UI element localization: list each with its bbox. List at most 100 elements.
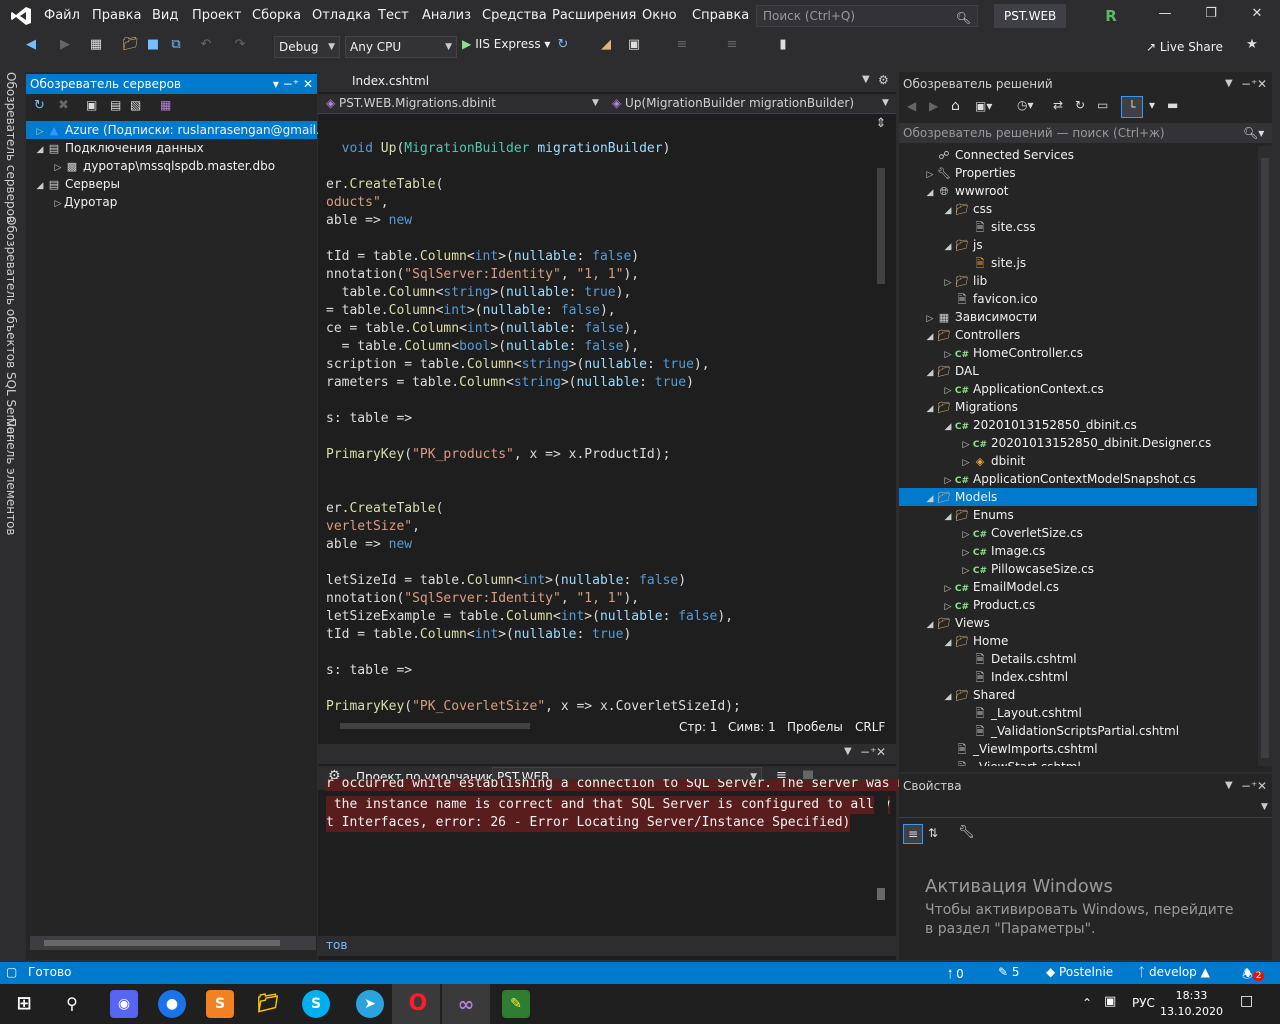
telegram-icon[interactable]: ➤	[356, 990, 384, 1018]
menu-item[interactable]: Расширения	[552, 8, 636, 23]
properties-object-select[interactable]: ▼	[899, 800, 1272, 818]
repository-button[interactable]: ◆ Postelnie	[1046, 965, 1113, 979]
scrollbar-thumb[interactable]	[44, 940, 280, 946]
solution-tree-item[interactable]: ◢ 📁︎ DAL	[899, 362, 1257, 380]
solution-tree-item[interactable]: ▷ C# Image.cs	[899, 542, 1257, 560]
branch-button[interactable]: ᛏ develop ▲	[1138, 965, 1210, 979]
solution-tree-item[interactable]: ▷ C# ApplicationContextModelSnapshot.cs	[899, 470, 1257, 488]
collapsed-arrow-icon[interactable]: ▷	[52, 195, 64, 213]
solution-tree-item[interactable]: ◢ 📁︎ Controllers	[899, 326, 1257, 344]
minimize-icon[interactable]: —	[1155, 6, 1175, 26]
undo-icon[interactable]: ↶	[198, 37, 214, 57]
run-button[interactable]: ▶ IIS Express ▾	[462, 37, 550, 51]
changes-button[interactable]: ✎ 5	[998, 965, 1020, 979]
refresh-icon[interactable]: ↻	[1075, 98, 1085, 112]
server-tree-item[interactable]: ◢ ▤ Серверы	[26, 175, 317, 193]
solution-tree-item[interactable]: ◢ 📁︎ Shared	[899, 686, 1257, 704]
avatar[interactable]: R	[1100, 5, 1122, 27]
feedback-icon[interactable]: ★	[1244, 37, 1260, 57]
menu-item[interactable]: Файл	[44, 8, 80, 23]
settings-icon[interactable]: ⚙	[878, 73, 889, 87]
solution-tree-item[interactable]: 🗎︎ _ValidationScriptsPartial.cshtml	[899, 722, 1257, 740]
sublime-icon[interactable]: S	[206, 990, 234, 1018]
switch-views-icon[interactable]: ▣▾	[975, 99, 992, 113]
forward-icon[interactable]: ▶	[58, 37, 72, 57]
solution-tree-item[interactable]: 🗎︎ site.js	[899, 254, 1257, 272]
solution-tree-item[interactable]: ▷ 🔧︎ Properties	[899, 164, 1257, 182]
push-button[interactable]: 🠑 0	[948, 965, 964, 986]
connect-server-icon[interactable]: ▤	[110, 98, 121, 112]
solution-tree-item[interactable]: ◢ 📁︎ Models	[899, 488, 1257, 506]
solution-tree-item[interactable]: ▷ C# ApplicationContext.cs	[899, 380, 1257, 398]
solution-tree-item[interactable]: ▷ ◈ dbinit	[899, 452, 1257, 470]
solution-tree-item[interactable]: 🗎︎ Index.cshtml	[899, 668, 1257, 686]
solution-tree-item[interactable]: ◢ 📁︎ Enums	[899, 506, 1257, 524]
property-pages-icon[interactable]: 🔧︎	[958, 825, 975, 840]
scrollbar-thumb[interactable]	[877, 168, 885, 284]
collapse-all-icon[interactable]: ▭	[1097, 98, 1108, 112]
chevron-down-icon[interactable]: ▼	[1225, 776, 1233, 796]
server-tree-item[interactable]: ▷ Дуротар	[26, 193, 317, 211]
refresh-icon[interactable]: ↻	[556, 37, 570, 57]
solution-tree-item[interactable]: ◢ 📁︎ css	[899, 200, 1257, 218]
screenshot-icon[interactable]: ▣	[626, 37, 642, 57]
tray-chevron-icon[interactable]: ⌃	[1082, 996, 1092, 1010]
close-icon[interactable]: ✕	[1257, 776, 1267, 796]
opera-icon[interactable]: O	[404, 990, 432, 1018]
scrollbar-thumb[interactable]	[1261, 158, 1269, 758]
skype-icon[interactable]: S	[302, 990, 330, 1018]
nav-type-dropdown[interactable]: ◈ PST.WEB.Migrations.dbinit	[326, 96, 496, 110]
categorized-icon[interactable]: ≡	[903, 824, 923, 844]
windows-start-icon[interactable]: ⊞	[10, 990, 38, 1018]
refresh-icon[interactable]: ↻	[34, 98, 45, 113]
menu-item[interactable]: Анализ	[422, 8, 471, 23]
pending-changes-icon[interactable]: ◷▾	[1017, 98, 1034, 112]
solution-tree-item[interactable]: ▷ C# EmailModel.cs	[899, 578, 1257, 596]
save-all-icon[interactable]: ⧉	[168, 37, 184, 57]
solution-tree-item[interactable]: 🗎︎ Details.cshtml	[899, 650, 1257, 668]
tab-output[interactable]: тов	[326, 938, 347, 952]
solution-tree-item[interactable]: ▷ C# HomeController.cs	[899, 344, 1257, 362]
live-share-button[interactable]: ↗ Live Share	[1146, 40, 1223, 54]
solution-tree-item[interactable]: ◢ 📁︎ js	[899, 236, 1257, 254]
connect-azure-icon[interactable]: ▧	[130, 98, 141, 112]
pin-icon[interactable]: −⁺	[1241, 776, 1257, 796]
close-icon[interactable]: ✕	[303, 77, 313, 91]
scrollbar-thumb[interactable]	[877, 888, 885, 900]
chevron-down-icon[interactable]: ▼	[1225, 74, 1233, 94]
chevron-down-icon[interactable]: ▼	[862, 74, 870, 85]
solution-tree-item[interactable]: 🗎︎ _ViewImports.cshtml	[899, 740, 1257, 758]
save-icon[interactable]: ■	[146, 37, 160, 57]
network-icon[interactable]: ▣	[1104, 994, 1116, 1009]
tab-index-cshtml[interactable]: Index.cshtml	[352, 74, 429, 88]
menu-item[interactable]: Вид	[152, 8, 178, 23]
pin-icon[interactable]: −⁺	[1241, 74, 1257, 94]
excel-like-icon[interactable]: ✎	[502, 990, 530, 1018]
file-explorer-icon[interactable]: 📁︎	[254, 990, 282, 1018]
solution-tree-item[interactable]: ▷ C# CoverletSize.cs	[899, 524, 1257, 542]
clock[interactable]: 18:33 13.10.2020	[1160, 988, 1223, 1020]
nav-member-dropdown[interactable]: ◈ Up(MigrationBuilder migrationBuilder)	[612, 96, 854, 110]
browser-link-icon[interactable]: ◢	[598, 37, 614, 57]
close-icon[interactable]: ✕	[876, 745, 886, 759]
restore-icon[interactable]: ❐	[1201, 6, 1221, 26]
server-tree-item[interactable]: ▷ ▲ Azure (Подписки: ruslanrasengan@gmail.…	[26, 121, 345, 139]
solution-search-input[interactable]: Обозреватель решений — поиск (Ctrl+ж) 🔍︎…	[899, 123, 1272, 143]
comment-icon[interactable]: ≡	[724, 37, 740, 57]
bookmark-icon[interactable]: ▮	[776, 37, 790, 57]
tab-toolbox[interactable]: Панель элементов	[4, 418, 18, 536]
notifications-button[interactable]: 🕭︎ 2	[1242, 965, 1265, 986]
server-tree-item[interactable]: ◢ ▤ Подключения данных	[26, 139, 317, 157]
open-folder-icon[interactable]: 📁︎	[122, 37, 139, 57]
close-icon[interactable]: ✕	[1247, 6, 1267, 26]
menu-item[interactable]: Справка	[692, 8, 749, 23]
visual-studio-icon[interactable]: ∞	[452, 990, 480, 1018]
maps-icon[interactable]: ●	[158, 990, 186, 1018]
search-icon[interactable]: ⚲	[58, 990, 86, 1018]
solution-tree-item[interactable]: ▷ C# PillowcaseSize.cs	[899, 560, 1257, 578]
connect-database-icon[interactable]: ▣	[86, 98, 97, 112]
solution-tree-item[interactable]: ▷ C# 20201013152850_dbinit.Designer.cs	[899, 434, 1257, 452]
menu-item[interactable]: Проект	[192, 8, 241, 23]
stop-icon[interactable]: ✖	[58, 98, 69, 113]
menu-item[interactable]: Средства	[482, 8, 547, 23]
